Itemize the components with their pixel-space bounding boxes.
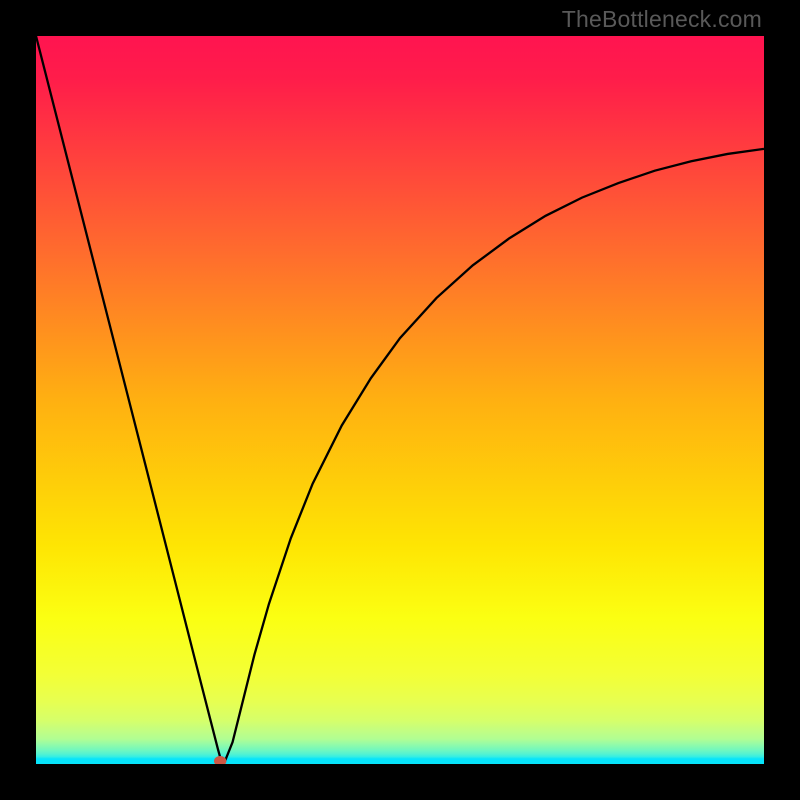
background-gradient [36, 36, 764, 764]
plot-area [36, 36, 764, 764]
attribution-text: TheBottleneck.com [562, 6, 762, 33]
chart-frame: TheBottleneck.com [0, 0, 800, 800]
